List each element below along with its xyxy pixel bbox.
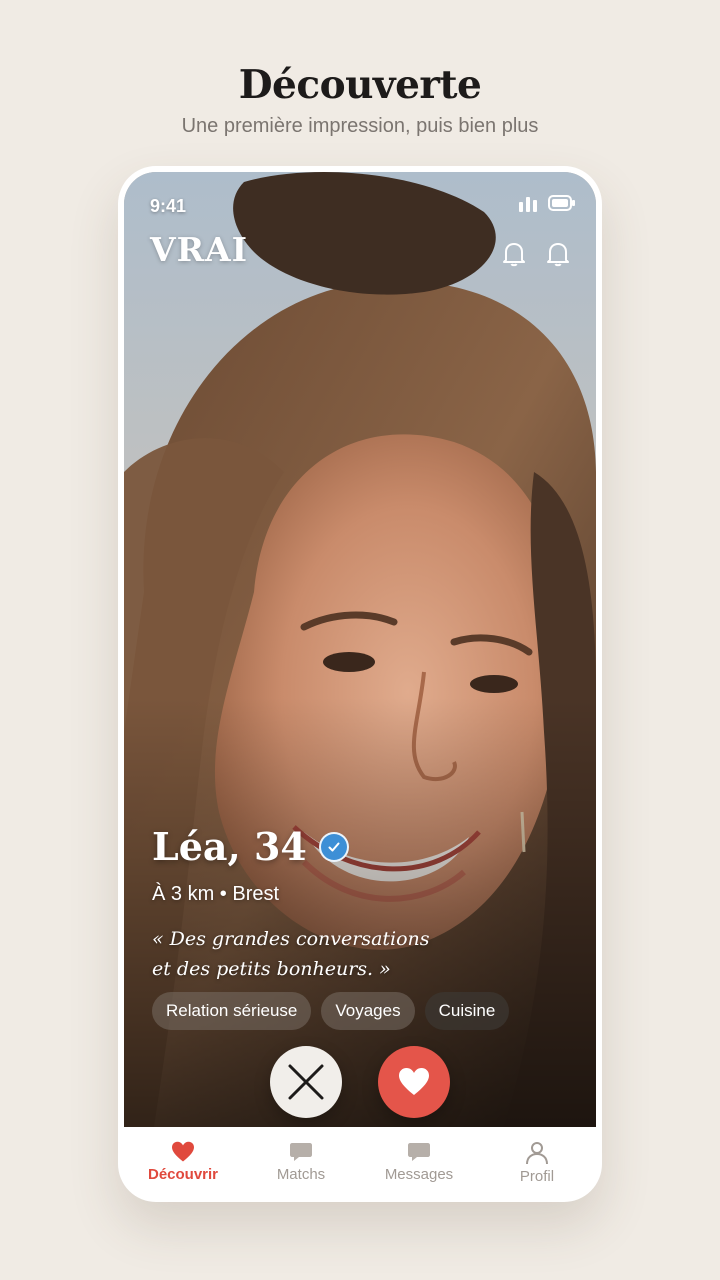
profile-info: Léa, 34 À 3 km • Brest « Des grandes con… — [152, 824, 576, 984]
nav-item-matchs[interactable]: Matchs — [246, 1127, 356, 1183]
battery-icon — [548, 195, 575, 211]
heart-icon — [399, 1068, 429, 1095]
status-icons — [518, 194, 576, 212]
tag-cuisine[interactable]: Cuisine — [424, 992, 510, 1030]
profile-quote-line-1: « Des grandes conversations — [152, 928, 430, 950]
nav-item-messages[interactable]: Messages — [364, 1127, 474, 1183]
phone-frame: 9:41 VRAI Léa, 34 À 3 km • Brest « Des g… — [118, 166, 602, 1202]
tag-voyages[interactable]: Voyages — [321, 992, 415, 1030]
profile-name: Léa, 34 — [152, 824, 307, 869]
top-actions — [502, 240, 570, 268]
profile-quote-line-2: et des petits bonheurs. » — [152, 958, 391, 980]
pass-button[interactable] — [270, 1046, 342, 1118]
verified-badge — [318, 831, 349, 862]
nav-label-matchs: Matchs — [276, 1166, 326, 1183]
heart-icon — [172, 1141, 194, 1162]
profile-quote: « Des grandes conversations et des petit… — [152, 924, 452, 984]
status-time: 9:41 — [150, 196, 187, 216]
bell-icon — [547, 243, 569, 267]
alerts-button[interactable] — [546, 240, 570, 268]
close-icon — [288, 1064, 324, 1100]
nav-item-decouvrir[interactable]: Découvrir — [128, 1127, 238, 1183]
swipe-actions — [124, 1046, 596, 1118]
like-button[interactable] — [378, 1046, 450, 1118]
page-subheading: Une première impression, puis bien plus — [181, 115, 539, 137]
app-screen: 9:41 VRAI Léa, 34 À 3 km • Brest « Des g… — [124, 172, 596, 1196]
chat-bubble-icon — [290, 1143, 312, 1161]
person-icon — [526, 1142, 548, 1165]
nav-label-decouvrir: Découvrir — [147, 1166, 219, 1183]
signal-icon — [519, 197, 537, 212]
notifications-button[interactable] — [502, 240, 526, 268]
profile-distance: À 3 km • Brest — [152, 883, 280, 905]
bell-icon — [503, 243, 525, 267]
nav-label-messages: Messages — [384, 1166, 454, 1183]
chat-bubble-icon — [408, 1143, 430, 1161]
app-logo: VRAI — [150, 230, 249, 269]
nav-label-profil: Profil — [519, 1168, 555, 1185]
interest-tags: Relation sérieuse Voyages Cuisine — [152, 992, 510, 1030]
bottom-nav: Découvrir Matchs Messages Profil — [124, 1127, 596, 1196]
profile-name-row: Léa, 34 — [152, 824, 576, 869]
profile-photo[interactable]: 9:41 VRAI Léa, 34 À 3 km • Brest « Des g… — [124, 172, 596, 1127]
check-icon — [328, 842, 340, 851]
page-heading: Découverte — [238, 62, 482, 108]
nav-item-profil[interactable]: Profil — [482, 1127, 592, 1185]
tag-relation-serieuse[interactable]: Relation sérieuse — [152, 992, 312, 1030]
